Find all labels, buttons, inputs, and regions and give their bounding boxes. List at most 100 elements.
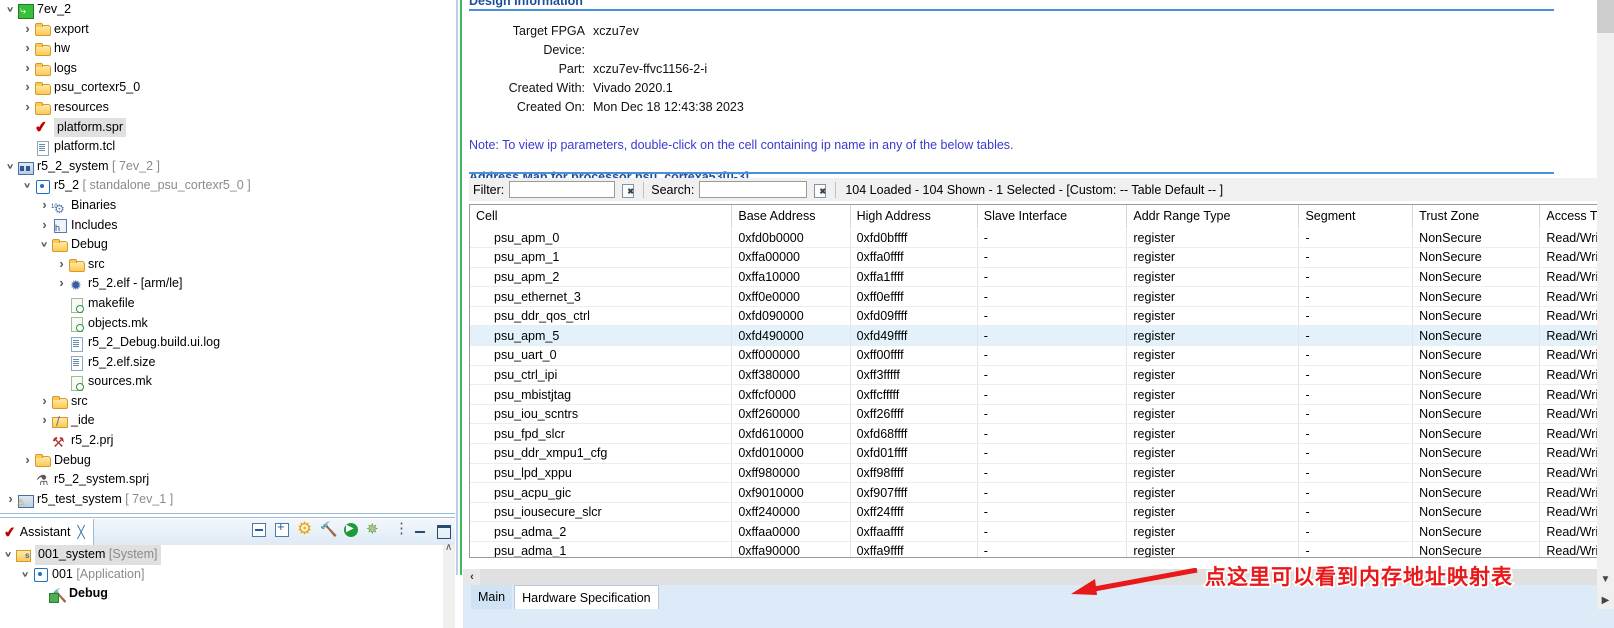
tree-item[interactable]: objects.mk xyxy=(0,314,455,334)
tab-assistant[interactable]: ✔ Assistant ╳ xyxy=(0,519,94,545)
table-cell[interactable]: psu_lpd_xppu xyxy=(470,463,733,484)
address-map-table[interactable]: Cell Base Address High Address Slave Interf… xyxy=(469,204,1614,558)
table-cell[interactable]: psu_mbistjtag xyxy=(470,384,733,405)
tree-item[interactable]: export xyxy=(0,20,455,40)
table-cell[interactable]: NonSecure xyxy=(1412,384,1541,405)
tree-item[interactable]: 001_system [System] xyxy=(0,545,455,565)
table-cell[interactable]: register xyxy=(1126,267,1300,288)
scroll-down-arrow-icon[interactable]: ▼ xyxy=(1597,574,1614,588)
assistant-toolbar[interactable] xyxy=(251,519,451,539)
table-cell[interactable]: - xyxy=(977,502,1128,523)
table-cell[interactable]: NonSecure xyxy=(1412,541,1541,557)
table-row[interactable]: psu_apm_2 0xffa10000 0xffa1ffff - register - N… xyxy=(470,267,1614,288)
table-cell[interactable]: 0xff24ffff xyxy=(850,502,978,523)
table-cell[interactable]: 0xffaa0000 xyxy=(731,521,851,542)
minimize-icon[interactable] xyxy=(412,522,428,538)
chevron-down-icon[interactable] xyxy=(21,176,34,196)
table-row[interactable]: psu_adma_1 0xffa90000 0xffa9ffff - register -… xyxy=(470,541,1614,557)
chevron-right-icon[interactable] xyxy=(21,77,34,99)
run-icon[interactable] xyxy=(343,522,359,538)
table-cell[interactable]: 0xfd610000 xyxy=(731,423,851,445)
tree-item[interactable]: r5_2.elf - [arm/le] xyxy=(0,274,455,296)
table-cell[interactable]: register xyxy=(1126,443,1300,464)
tree-item[interactable]: Debug xyxy=(0,451,455,471)
expand-all-icon[interactable] xyxy=(274,519,290,538)
table-cell[interactable]: 0xffcf0000 xyxy=(731,384,851,405)
table-cell[interactable]: 0xffa00000 xyxy=(731,247,851,268)
table-cell[interactable]: 0xfd010000 xyxy=(731,443,851,464)
chevron-down-icon[interactable] xyxy=(4,0,17,20)
table-cell[interactable]: NonSecure xyxy=(1412,365,1541,386)
table-cell[interactable]: NonSecure xyxy=(1412,423,1541,445)
table-cell[interactable]: - xyxy=(1298,325,1414,347)
filter-input[interactable] xyxy=(509,181,616,198)
column-header[interactable]: Base Address xyxy=(731,205,851,229)
table-cell[interactable]: - xyxy=(1298,521,1414,542)
table-row[interactable]: psu_fpd_slcr 0xfd610000 0xfd68ffff - registe… xyxy=(470,423,1614,445)
clear-filter-icon[interactable] xyxy=(621,182,636,198)
table-row[interactable]: psu_adma_2 0xffaa0000 0xffaaffff - register -… xyxy=(470,521,1614,542)
table-cell[interactable]: register xyxy=(1126,365,1300,386)
table-row[interactable]: psu_mbistjtag 0xffcf0000 0xffcfffff - regist… xyxy=(470,384,1614,405)
table-cell[interactable]: psu_apm_0 xyxy=(470,228,733,249)
table-cell[interactable]: NonSecure xyxy=(1412,306,1541,327)
chevron-right-icon[interactable] xyxy=(4,489,17,511)
table-cell[interactable]: - xyxy=(977,365,1128,386)
tree-item[interactable]: Debug xyxy=(0,235,455,255)
table-cell[interactable]: - xyxy=(1298,443,1414,464)
table-cell[interactable]: - xyxy=(1298,365,1414,386)
table-cell[interactable]: 0xfd0b0000 xyxy=(731,228,851,249)
chevron-right-icon[interactable] xyxy=(21,38,34,60)
table-cell[interactable]: 0xffcfffff xyxy=(850,384,978,405)
table-row[interactable]: psu_acpu_gic 0xf9010000 0xf907ffff - registe… xyxy=(470,482,1614,503)
table-cell[interactable]: NonSecure xyxy=(1412,286,1541,307)
chevron-right-icon[interactable] xyxy=(21,19,34,41)
table-cell[interactable]: NonSecure xyxy=(1412,443,1541,464)
table-cell[interactable]: - xyxy=(1298,228,1414,249)
gear-icon[interactable] xyxy=(297,519,313,539)
tree-item[interactable]: 001 [Application] xyxy=(0,565,455,585)
column-header[interactable]: Segment xyxy=(1298,205,1414,229)
table-filter-bar[interactable]: Filter: Search: 104 Loaded - 104 Shown -… xyxy=(469,178,1614,201)
table-cell[interactable]: 0xf9010000 xyxy=(731,482,851,503)
table-cell[interactable]: NonSecure xyxy=(1412,247,1541,268)
chevron-right-icon[interactable] xyxy=(21,450,34,472)
table-cell[interactable]: - xyxy=(977,404,1128,425)
table-row[interactable]: psu_apm_5 0xfd490000 0xfd49ffff - register - N… xyxy=(470,325,1614,347)
chevron-right-icon[interactable] xyxy=(21,97,34,119)
table-cell[interactable]: 0xffa10000 xyxy=(731,267,851,288)
assistant-vertical-scrollbar[interactable] xyxy=(443,545,455,628)
table-cell[interactable]: 0xfd68ffff xyxy=(850,423,978,445)
table-cell[interactable]: register xyxy=(1126,463,1300,484)
table-cell[interactable]: psu_uart_0 xyxy=(470,345,733,366)
table-cell[interactable]: register xyxy=(1126,541,1300,557)
table-cell[interactable]: 0xfd09ffff xyxy=(850,306,978,327)
tree-item[interactable]: Debug xyxy=(0,584,455,606)
table-cell[interactable]: 0xffaaffff xyxy=(850,521,978,542)
table-cell[interactable]: - xyxy=(977,541,1128,557)
table-cell[interactable]: psu_iousecure_slcr xyxy=(470,502,733,523)
table-cell[interactable]: register xyxy=(1126,384,1300,405)
table-cell[interactable]: 0xfd0bffff xyxy=(850,228,978,249)
column-header[interactable]: Slave Interface xyxy=(977,205,1128,229)
table-cell[interactable]: 0xff260000 xyxy=(731,404,851,425)
table-cell[interactable]: - xyxy=(977,384,1128,405)
table-cell[interactable]: 0xfd49ffff xyxy=(850,325,978,347)
table-cell[interactable]: NonSecure xyxy=(1412,463,1541,484)
tree-item[interactable]: Includes xyxy=(0,216,455,239)
chevron-right-icon[interactable] xyxy=(38,391,51,413)
tree-item[interactable]: r5_2.prj xyxy=(0,431,455,453)
column-header[interactable]: High Address xyxy=(850,205,978,229)
tree-item[interactable]: 7ev_2 xyxy=(0,0,455,21)
assistant-tree[interactable]: 001_system [System]001 [Application]Debu… xyxy=(0,545,455,628)
table-cell[interactable]: register xyxy=(1126,404,1300,425)
table-cell[interactable]: psu_acpu_gic xyxy=(470,482,733,503)
table-cell[interactable]: - xyxy=(1298,423,1414,445)
table-cell[interactable]: - xyxy=(1298,482,1414,503)
assistant-tab-bar[interactable]: ✔ Assistant ╳ xyxy=(0,519,455,545)
table-cell[interactable]: 0xfd490000 xyxy=(731,325,851,347)
tree-item[interactable]: src xyxy=(0,255,455,275)
table-row[interactable]: psu_iousecure_slcr 0xff240000 0xff24ffff - r… xyxy=(470,502,1614,523)
chevron-right-icon[interactable] xyxy=(55,254,68,276)
table-cell[interactable]: 0xfd090000 xyxy=(731,306,851,327)
